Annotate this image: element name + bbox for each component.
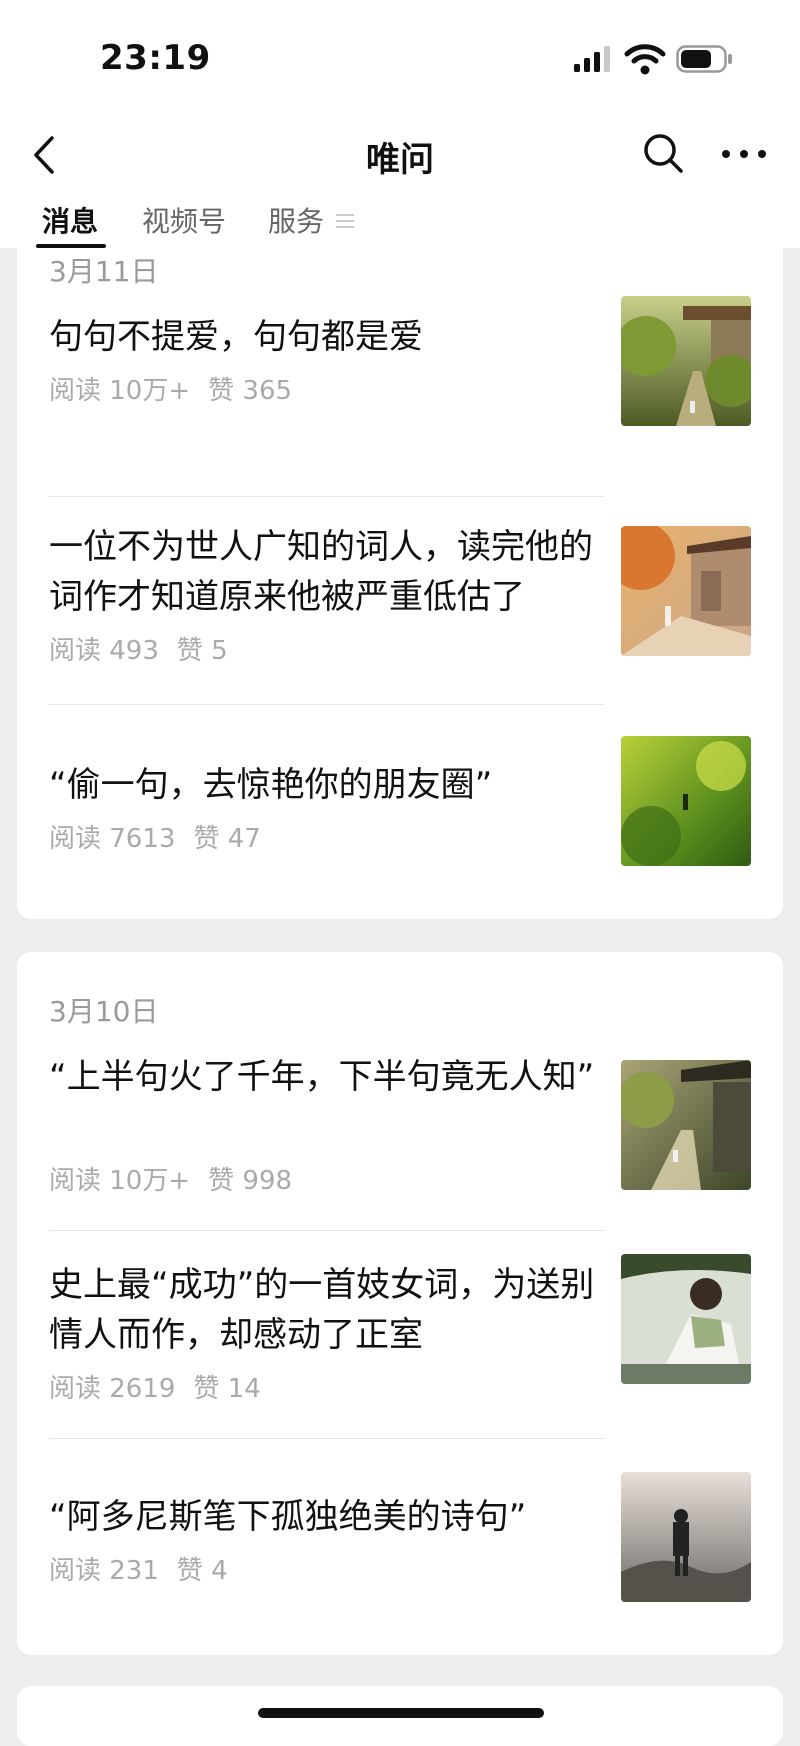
article-thumbnail[interactable] — [621, 1472, 751, 1602]
article-title: “阿多尼斯笔下孤独绝美的诗句” — [49, 1497, 527, 1537]
search-icon[interactable] — [640, 130, 686, 176]
article-thumbnail[interactable] — [621, 736, 751, 866]
article-thumbnail[interactable] — [621, 296, 751, 426]
read-count: 阅读 7613 — [49, 824, 176, 854]
divider — [49, 1230, 605, 1231]
divider — [49, 1438, 605, 1439]
status-time: 23:19 — [100, 38, 211, 78]
like-count: 赞 47 — [193, 824, 261, 854]
divider — [49, 496, 605, 497]
group-date: 3月11日 — [49, 255, 159, 288]
article-title: 史上最“成功”的一首妓女词，为送别情人而作，却感动了正室 — [49, 1265, 595, 1355]
read-count: 阅读 231 — [49, 1556, 159, 1586]
article-thumbnail[interactable] — [621, 526, 751, 656]
article-title: “偷一句，去惊艳你的朋友圈” — [49, 765, 493, 805]
navigation-bar: 唯问 — [0, 110, 800, 199]
home-indicator — [258, 1708, 544, 1718]
tab-channels[interactable]: 视频号 — [142, 200, 226, 240]
article-thumbnail[interactable] — [621, 1254, 751, 1384]
article-title: 一位不为世人广知的词人，读完他的词作才知道原来他被严重低估了 — [49, 527, 593, 617]
article-meta: 阅读 10万+ 赞 365 — [49, 370, 292, 407]
message-group-card: 3月11日 句句不提爱，句句都是爱 阅读 10万+ 赞 365 一位不为世人广知的… — [17, 222, 783, 919]
active-tab-indicator — [36, 244, 106, 248]
read-count: 阅读 10万+ — [49, 1166, 191, 1196]
article-meta: 阅读 231 赞 4 — [49, 1550, 228, 1587]
like-count: 赞 365 — [208, 376, 293, 406]
read-count: 阅读 493 — [49, 636, 159, 666]
tab-messages[interactable]: 消息 — [42, 200, 98, 240]
more-dots-icon[interactable] — [718, 134, 770, 174]
like-count: 赞 14 — [193, 1374, 261, 1404]
read-count: 阅读 2619 — [49, 1374, 176, 1404]
wifi-icon — [624, 44, 666, 75]
tab-bar: 消息 视频号 服务 — [0, 198, 800, 248]
cellular-signal-icon — [574, 46, 610, 72]
article-title: “上半句火了千年，下半句竟无人知” — [49, 1057, 595, 1097]
like-count: 赞 998 — [208, 1166, 293, 1196]
group-date: 3月10日 — [49, 995, 159, 1028]
like-count: 赞 5 — [176, 636, 228, 666]
article-meta: 阅读 2619 赞 14 — [49, 1368, 261, 1405]
article-meta: 阅读 10万+ 赞 998 — [49, 1160, 292, 1197]
read-count: 阅读 10万+ — [49, 376, 191, 406]
divider — [49, 704, 605, 705]
status-bar: 23:19 — [0, 0, 800, 110]
article-meta: 阅读 7613 赞 47 — [49, 818, 261, 855]
article-title: 句句不提爱，句句都是爱 — [49, 317, 423, 357]
article-meta: 阅读 493 赞 5 — [49, 630, 228, 667]
article-thumbnail[interactable] — [621, 1060, 751, 1190]
menu-lines-icon[interactable] — [334, 210, 356, 232]
tab-services[interactable]: 服务 — [268, 200, 324, 240]
battery-icon — [676, 45, 732, 73]
like-count: 赞 4 — [176, 1556, 228, 1586]
message-group-card: 3月10日 “上半句火了千年，下半句竟无人知” 阅读 10万+ 赞 998 史上最… — [17, 952, 783, 1655]
